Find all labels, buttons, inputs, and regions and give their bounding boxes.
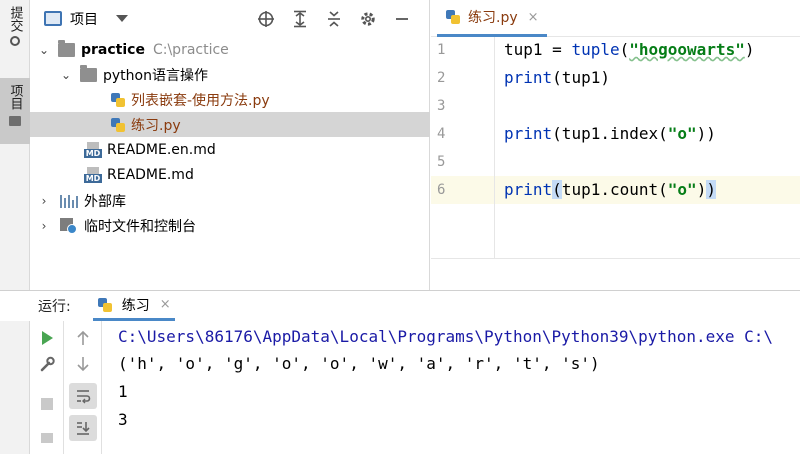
run-toolbar-secondary	[64, 321, 102, 454]
tree-item-file-list-nesting[interactable]: 列表嵌套-使用方法.py	[30, 87, 430, 112]
scroll-down-button[interactable]	[69, 351, 97, 377]
close-icon[interactable]: ×	[160, 297, 171, 312]
file-name: README.md	[107, 166, 194, 183]
close-icon[interactable]: ×	[528, 10, 539, 25]
project-panel-header: 项目	[30, 0, 429, 37]
code-line-1: tup1 = tuple("hogoowarts")	[504, 40, 755, 59]
run-panel-title: 运行:	[38, 299, 71, 315]
python-file-icon	[110, 117, 126, 133]
gear-icon[interactable]	[351, 8, 385, 30]
code-line-2: print(tup1)	[504, 68, 610, 87]
project-view-icon	[44, 11, 62, 26]
run-left-strip	[0, 321, 30, 454]
edit-configuration-button[interactable]	[30, 351, 64, 377]
folder-icon	[9, 116, 21, 126]
editor-breadcrumb-bar	[431, 258, 800, 290]
tree-item-practice[interactable]: ⌄ practice C:\practice	[30, 37, 430, 62]
editor-tab-bar: 练习.py ×	[431, 0, 800, 37]
line-number: 5	[437, 154, 446, 170]
tree-item-readme[interactable]: MD README.md	[30, 162, 430, 187]
collapse-all-icon[interactable]	[317, 8, 351, 30]
stop-button[interactable]	[30, 391, 64, 417]
root-folder-path: C:\practice	[152, 41, 229, 58]
arrow-down-icon	[77, 357, 89, 372]
more-actions-button[interactable]	[30, 425, 64, 451]
project-tab-label: 项目	[7, 84, 23, 110]
root-folder-name: practice	[81, 41, 145, 58]
soft-wrap-toggle[interactable]	[69, 383, 97, 409]
python-file-icon	[97, 297, 113, 313]
folder-icon	[80, 64, 97, 82]
scratches-label: 临时文件和控制台	[84, 218, 196, 235]
run-tab-label: 练习	[121, 297, 150, 314]
code-line-6: print(tup1.count("o"))	[504, 180, 716, 199]
chevron-right-icon[interactable]: ›	[36, 219, 52, 233]
chevron-down-icon[interactable]: ⌄	[36, 43, 52, 57]
tree-item-scratches[interactable]: › 临时文件和控制台	[30, 213, 430, 238]
hide-panel-icon[interactable]	[385, 8, 419, 30]
folder-icon	[58, 39, 75, 57]
run-panel: 运行: 练习 × C:\Users\86176\AppData\Local\Pr…	[0, 290, 800, 454]
stop-icon	[41, 398, 53, 410]
run-panel-header: 运行: 练习 ×	[0, 291, 800, 321]
file-name: 列表嵌套-使用方法.py	[131, 92, 270, 109]
run-tab-practice[interactable]: 练习 ×	[92, 291, 175, 321]
line-number: 2	[437, 70, 446, 86]
console-output-line: 1	[118, 382, 128, 401]
library-icon	[60, 194, 78, 208]
line-number: 6	[437, 182, 446, 198]
stop-icon	[41, 433, 53, 443]
rerun-button[interactable]	[30, 325, 64, 351]
console-output-line: 3	[118, 410, 128, 429]
tree-item-python-folder[interactable]: ⌄ python语言操作	[30, 62, 430, 87]
chevron-right-icon[interactable]: ›	[36, 194, 52, 208]
project-panel-title[interactable]: 项目	[70, 9, 98, 29]
chevron-down-icon[interactable]	[116, 15, 128, 22]
chevron-down-icon[interactable]: ⌄	[58, 68, 74, 82]
folder-name: python语言操作	[103, 67, 208, 84]
console-output-line: C:\Users\86176\AppData\Local\Programs\Py…	[118, 327, 774, 346]
tab-practice-py[interactable]: 练习.py ×	[437, 0, 547, 37]
commit-tab-label: 提交	[7, 6, 23, 32]
arrow-up-icon	[77, 330, 89, 345]
soft-wrap-icon	[77, 390, 91, 404]
wrench-icon	[40, 356, 55, 372]
markdown-file-icon: MD	[84, 166, 102, 183]
line-number: 3	[437, 98, 446, 114]
commit-icon	[10, 36, 20, 46]
scroll-up-button[interactable]	[69, 325, 97, 351]
tree-item-external-libraries[interactable]: › 外部库	[30, 188, 430, 213]
project-panel: 项目 ⌄ practice C:\practice ⌄ python语言操作 列…	[30, 0, 430, 290]
scroll-to-end-icon	[77, 422, 90, 435]
play-icon	[41, 331, 53, 345]
tree-item-file-practice[interactable]: 练习.py	[30, 112, 430, 137]
console-output-line: ('h', 'o', 'g', 'o', 'o', 'w', 'a', 'r',…	[118, 354, 600, 373]
commit-tool-tab[interactable]: 提交	[0, 6, 30, 46]
code-line-4: print(tup1.index("o"))	[504, 124, 716, 143]
left-tool-strip: 提交 项目	[0, 0, 30, 290]
python-file-icon	[445, 9, 461, 25]
python-file-icon	[110, 92, 126, 108]
file-name: README.en.md	[107, 141, 216, 158]
tab-label: 练习.py	[468, 10, 518, 26]
locate-file-icon[interactable]	[249, 8, 283, 30]
project-tool-tab[interactable]: 项目	[0, 78, 30, 144]
expand-all-icon[interactable]	[283, 8, 317, 30]
markdown-file-icon: MD	[84, 141, 102, 158]
code-editor[interactable]: 练习.py × 1 2 3 4 5 6 tup1 = tuple("hogoow…	[431, 0, 800, 290]
run-toolbar-primary	[30, 321, 64, 454]
tree-item-readme-en[interactable]: MD README.en.md	[30, 137, 430, 162]
line-number: 4	[437, 126, 446, 142]
line-number-gutter: 1 2 3 4 5 6	[431, 37, 495, 259]
external-libraries-label: 外部库	[84, 193, 126, 210]
file-name: 练习.py	[131, 117, 181, 134]
scratch-file-icon	[60, 217, 78, 234]
line-number: 1	[437, 42, 446, 58]
scroll-to-end-toggle[interactable]	[69, 415, 97, 441]
